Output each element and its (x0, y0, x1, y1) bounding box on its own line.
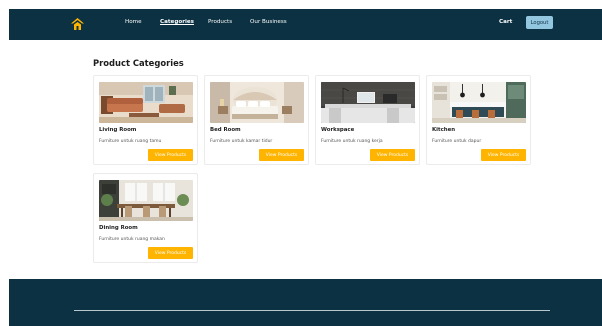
category-description: Furniture untuk ruang tamu (99, 139, 162, 144)
category-title: Living Room (99, 127, 137, 133)
nav-link-our-business[interactable]: Our Business (250, 19, 287, 25)
view-products-button[interactable]: View Products (481, 149, 526, 161)
category-card-kitchen: Kitchen Furniture untuk dapur View Produ… (426, 75, 531, 165)
logout-button[interactable]: Logout (526, 16, 553, 29)
category-description: Furniture untuk kamar tidur (210, 139, 273, 144)
category-card-bed-room: Bed Room Furniture untuk kamar tidur Vie… (204, 75, 309, 165)
category-title: Kitchen (432, 127, 456, 133)
category-card-workspace: Workspace Furniture untuk ruang kerja Vi… (315, 75, 420, 165)
view-products-button[interactable]: View Products (148, 149, 193, 161)
view-products-button[interactable]: View Products (148, 247, 193, 259)
house-logo-icon[interactable] (70, 17, 85, 32)
page-shell: Home Categories Products Our Business Ca… (9, 9, 602, 326)
nav-link-home[interactable]: Home (125, 19, 142, 25)
view-products-button[interactable]: View Products (259, 149, 304, 161)
navbar: Home Categories Products Our Business Ca… (9, 9, 602, 40)
nav-link-categories[interactable]: Categories (160, 19, 194, 25)
nav-link-products[interactable]: Products (208, 19, 232, 25)
category-title: Bed Room (210, 127, 241, 133)
dining-room-image (99, 180, 193, 221)
footer-divider (74, 310, 550, 311)
living-room-image (99, 82, 193, 123)
footer (9, 279, 602, 326)
view-products-button[interactable]: View Products (370, 149, 415, 161)
category-title: Workspace (321, 127, 355, 133)
category-card-living-room: Living Room Furniture untuk ruang tamu V… (93, 75, 198, 165)
kitchen-image (432, 82, 526, 123)
workspace-image (321, 82, 415, 123)
bed-room-image (210, 82, 304, 123)
category-card-dining-room: Dining Room Furniture untuk ruang makan … (93, 173, 198, 263)
page-title: Product Categories (93, 58, 184, 68)
category-title: Dining Room (99, 225, 138, 231)
category-description: Furniture untuk dapur (432, 139, 482, 144)
category-description: Furniture untuk ruang kerja (321, 139, 383, 144)
category-description: Furniture untuk ruang makan (99, 237, 165, 242)
cart-link[interactable]: Cart (499, 19, 512, 25)
